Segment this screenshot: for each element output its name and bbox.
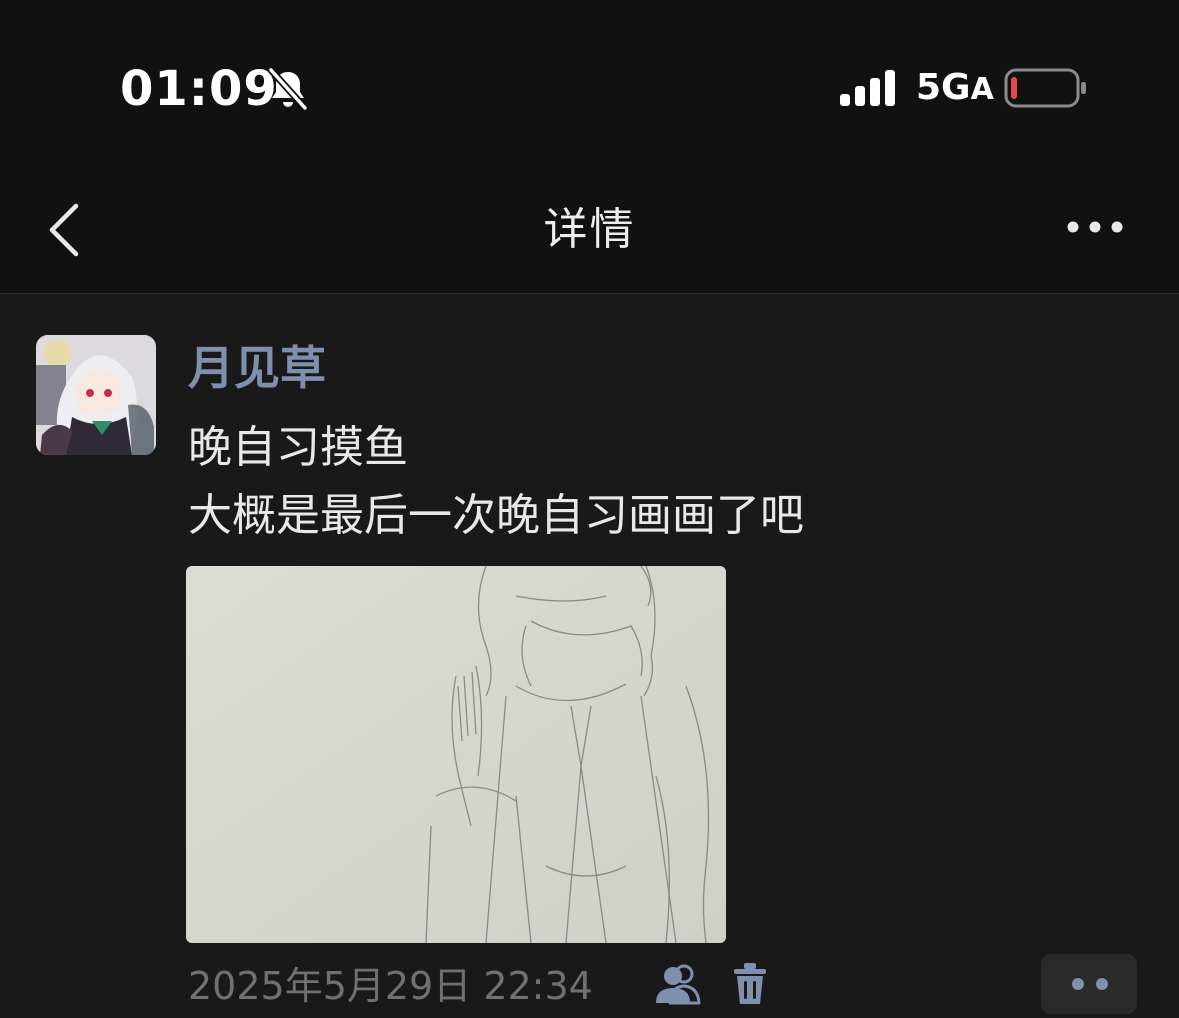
cellular-signal-icon <box>840 70 895 106</box>
network-suffix: A <box>970 72 994 107</box>
more-actions-button[interactable] <box>1041 954 1137 1014</box>
username[interactable]: 月见草 <box>188 338 326 398</box>
ellipsis-icon[interactable] <box>1060 210 1130 250</box>
page-title: 详情 <box>543 204 636 255</box>
network-label: 5G <box>916 67 971 108</box>
bell-slash-icon <box>268 67 308 111</box>
trash-icon[interactable] <box>732 962 768 1006</box>
avatar[interactable] <box>36 335 156 455</box>
post-text: 晚自习摸鱼 大概是最后一次晚自习画画了吧 <box>188 422 804 541</box>
avatar-image <box>36 335 156 455</box>
people-icon[interactable] <box>654 963 702 1005</box>
status-time: 01:09 <box>120 61 278 117</box>
action-dot-left <box>1072 978 1084 990</box>
pencil-sketch-image <box>186 566 726 943</box>
battery-low-icon <box>1004 68 1086 108</box>
post-image[interactable] <box>186 566 726 943</box>
network-type: 5GA <box>916 64 994 114</box>
post-timestamp: 2025年5月29日 22:34 <box>188 964 593 1008</box>
navigation-bar: 详情 <box>0 180 1179 294</box>
action-dot-right <box>1096 978 1108 990</box>
status-bar: 01:09 5GA <box>0 0 1179 180</box>
